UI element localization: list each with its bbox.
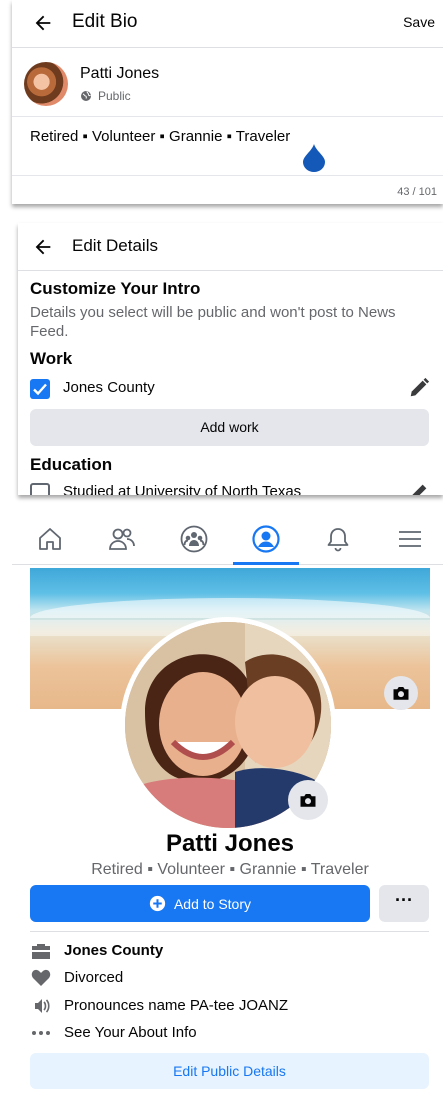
cover-camera-button[interactable] [384,676,418,710]
detail-relationship: Divorced [30,967,430,989]
briefcase-icon [30,941,52,961]
profile-picture-camera-button[interactable] [288,780,328,820]
see-about-info[interactable]: See Your About Info [30,1022,430,1044]
edit-details-header: Edit Details [18,223,443,271]
profile-bio: Retired ▪ Volunteer ▪ Grannie ▪ Traveler [91,861,369,878]
work-item-row[interactable]: Jones County [30,377,430,401]
detail-work: Jones County [30,940,430,962]
detail-text: Pronounces name PA-tee JOANZ [64,997,288,1014]
camera-icon [393,687,409,700]
author-name: Patti Jones [80,65,160,82]
globe-icon [81,91,91,101]
work-item-label: Jones County [63,379,155,396]
bio-author: Patti Jones Public [12,49,443,117]
nav-groups[interactable] [160,513,228,565]
friends-icon [109,528,135,550]
menu-icon [399,531,421,547]
bio-input[interactable]: Retired ▪ Volunteer ▪ Grannie ▪ Traveler [30,128,290,145]
speaker-icon [30,996,52,1016]
cover-wave [30,598,430,618]
edit-details-title: Edit Details [72,236,158,255]
heart-icon [30,968,52,988]
pencil-icon[interactable] [408,377,430,399]
save-button[interactable]: Save [403,14,435,30]
detail-text: Divorced [64,969,124,986]
privacy-label: Public [98,89,131,103]
home-icon [39,528,61,550]
work-heading: Work [30,349,73,368]
detail-text: Jones County [64,942,164,959]
add-to-story-label: Add to Story [173,895,252,912]
nav-menu[interactable] [376,513,443,565]
add-to-story-button[interactable]: Add to Story [30,885,370,922]
detail-pronunciation[interactable]: Pronounces name PA-tee JOANZ [30,995,430,1017]
nav-profile[interactable] [232,513,300,565]
work-checkbox[interactable] [30,379,50,399]
back-arrow-icon[interactable] [32,12,54,34]
profile-panel: Patti Jones Retired ▪ Volunteer ▪ Granni… [12,513,443,1095]
camera-icon [300,794,316,807]
add-work-button[interactable]: Add work [30,409,429,446]
education-item-label: Studied at University of North Texas [63,483,302,495]
nav-home[interactable] [16,513,84,565]
nav-notifications[interactable] [304,513,372,565]
avatar [24,62,68,106]
edit-public-details-button[interactable]: Edit Public Details [30,1053,429,1089]
top-navigation [12,513,443,565]
edit-bio-header: Edit Bio Save [12,0,443,48]
more-options-button[interactable]: ··· [379,885,429,922]
groups-icon [180,525,208,553]
more-dots-icon [30,1023,52,1043]
plus-circle-icon [149,895,166,912]
education-item-row[interactable]: Studied at University of North Texas [30,481,430,495]
text-cursor-handle-icon[interactable] [303,144,325,172]
nav-friends[interactable] [88,513,156,565]
active-tab-indicator [233,562,299,565]
back-arrow-icon[interactable] [32,236,54,258]
education-heading: Education [30,455,113,474]
detail-text: See Your About Info [64,1024,197,1041]
notifications-icon [327,528,349,552]
customize-intro-description: Details you select will be public and wo… [30,304,396,340]
checkmark-icon [33,383,47,396]
edit-details-panel: Edit Details Customize Your Intro Detail… [18,223,443,495]
profile-icon [252,525,280,553]
pencil-icon[interactable] [408,481,430,495]
customize-intro-heading: Customize Your Intro [30,279,201,298]
privacy-selector[interactable]: Public [80,89,131,103]
edit-bio-panel: Edit Bio Save Patti Jones Public Retired… [12,0,443,204]
divider [12,175,443,176]
education-checkbox[interactable] [30,483,50,495]
edit-bio-title: Edit Bio [72,11,138,32]
divider [30,931,429,932]
character-count: 43 / 101 [397,186,437,198]
profile-name: Patti Jones [165,830,295,857]
